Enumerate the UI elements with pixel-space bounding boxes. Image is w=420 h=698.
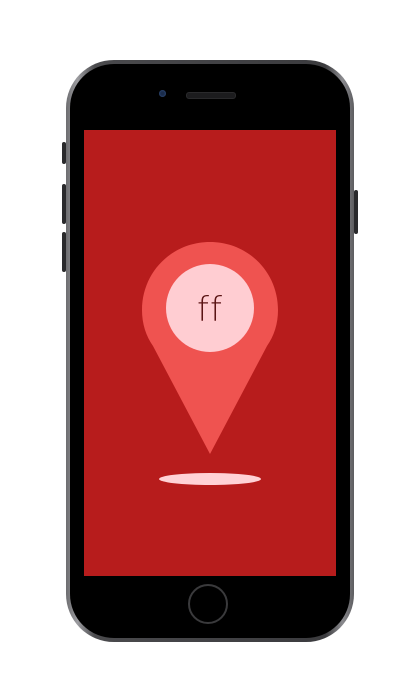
pin-shadow xyxy=(159,473,261,485)
page: ff xyxy=(0,0,420,698)
earpiece-speaker xyxy=(186,92,236,99)
silent-switch xyxy=(62,142,66,164)
power-button xyxy=(354,190,358,234)
volume-up-button xyxy=(62,184,66,224)
home-button[interactable] xyxy=(188,584,228,624)
pin-label: ff xyxy=(197,290,223,330)
app-screen: ff xyxy=(84,130,336,576)
map-pin-icon[interactable] xyxy=(134,240,286,460)
front-camera xyxy=(159,90,166,97)
volume-down-button xyxy=(62,232,66,272)
